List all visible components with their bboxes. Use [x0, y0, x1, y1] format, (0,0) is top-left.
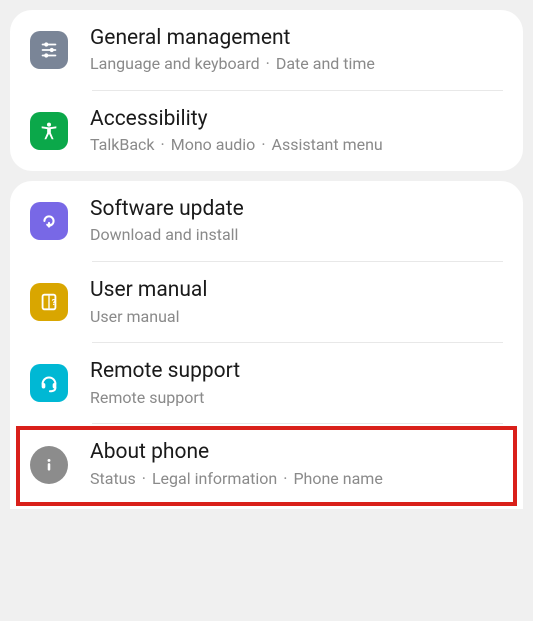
item-title: User manual — [90, 277, 503, 304]
accessibility-icon — [30, 112, 68, 150]
item-text: Software update Download and install — [90, 196, 503, 246]
item-subtitle: Download and install — [90, 225, 503, 246]
item-title: Remote support — [90, 358, 503, 385]
settings-group-2: Software update Download and install ? U… — [10, 181, 523, 508]
settings-item-software-update[interactable]: Software update Download and install — [10, 181, 523, 261]
manual-icon: ? — [30, 283, 68, 321]
item-text: User manual User manual — [90, 277, 503, 327]
info-icon — [30, 446, 68, 484]
settings-group-1: General management Language and keyboard… — [10, 10, 523, 171]
headset-icon — [30, 364, 68, 402]
update-icon — [30, 202, 68, 240]
settings-item-remote-support[interactable]: Remote support Remote support — [10, 343, 523, 423]
settings-item-user-manual[interactable]: ? User manual User manual — [10, 262, 523, 342]
item-subtitle: Status·Legal information·Phone name — [90, 469, 503, 490]
item-subtitle: Language and keyboard·Date and time — [90, 54, 503, 75]
item-text: About phone Status·Legal information·Pho… — [90, 439, 503, 489]
settings-item-general-management[interactable]: General management Language and keyboard… — [10, 10, 523, 90]
item-subtitle: User manual — [90, 307, 503, 328]
item-text: General management Language and keyboard… — [90, 25, 503, 75]
item-title: General management — [90, 25, 503, 52]
item-title: About phone — [90, 439, 503, 466]
item-text: Remote support Remote support — [90, 358, 503, 408]
settings-item-accessibility[interactable]: Accessibility TalkBack·Mono audio·Assist… — [10, 91, 523, 171]
settings-item-about-phone[interactable]: About phone Status·Legal information·Pho… — [10, 424, 523, 504]
item-subtitle: Remote support — [90, 388, 503, 409]
item-title: Accessibility — [90, 106, 503, 133]
item-title: Software update — [90, 196, 503, 223]
item-subtitle: TalkBack·Mono audio·Assistant menu — [90, 135, 503, 156]
svg-text:?: ? — [52, 298, 56, 308]
item-text: Accessibility TalkBack·Mono audio·Assist… — [90, 106, 503, 156]
sliders-icon — [30, 31, 68, 69]
